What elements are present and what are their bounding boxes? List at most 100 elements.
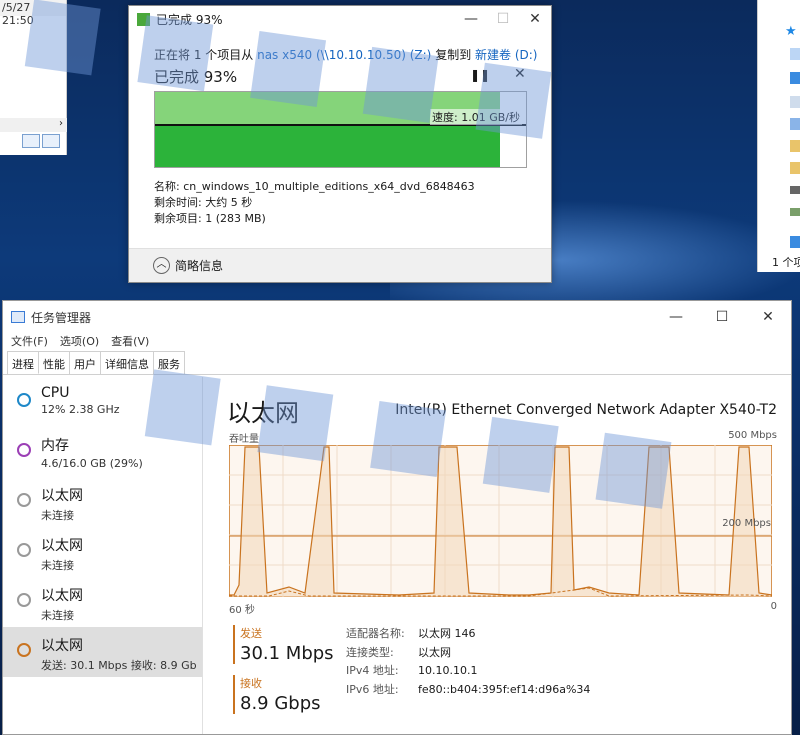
resource-name: CPU — [41, 385, 70, 401]
details-view-icon[interactable] — [22, 134, 40, 148]
receive-label: 接收 — [240, 677, 262, 690]
source-link[interactable]: nas x540 (\\10.10.10.50) (Z:) — [257, 48, 431, 62]
zero-label: 0 — [770, 601, 777, 612]
resource-name: 以太网 — [41, 488, 83, 504]
time-range-label: 60 秒 — [229, 605, 255, 616]
copy-mid: 复制到 — [435, 48, 472, 62]
chevron-up-icon[interactable]: ︿ — [153, 257, 170, 274]
tab-processes[interactable]: 进程 — [7, 351, 39, 374]
menu-view[interactable]: 查看(V) — [111, 333, 149, 351]
adapter-properties: 适配器名称: 以太网 146 连接类型: 以太网 IPv4 地址: 10.10.10.… — [346, 625, 590, 699]
pause-button[interactable]: ❚❚ — [470, 68, 490, 82]
downloads-folder-icon — [790, 72, 800, 84]
property-row: 适配器名称: 以太网 146 — [346, 627, 476, 640]
memory-indicator — [17, 443, 31, 457]
adapter-name: Intel(R) Ethernet Converged Network Adap… — [395, 402, 777, 418]
network-icon — [790, 236, 800, 248]
time-remaining: 剩余时间: 大约 5 秒 — [154, 196, 253, 209]
resource-name: 以太网 — [41, 538, 83, 554]
tab-users[interactable]: 用户 — [69, 351, 101, 374]
resource-list: CPU 12% 2.38 GHz 内存 4.6/16.0 GB (29%) 以太… — [3, 377, 203, 734]
send-value: 30.1 Mbps — [240, 643, 334, 664]
copy-status: 已完成 93% — [154, 68, 238, 86]
background-timestamp: /5/27 21:50 — [0, 0, 66, 27]
resource-ethernet-selected[interactable]: 以太网 发送: 30.1 Mbps 接收: 8.9 Gb — [3, 627, 202, 677]
resource-name: 以太网 — [41, 638, 83, 654]
destination-link[interactable]: 新建卷 (D:) — [475, 48, 537, 62]
resource-sub: 未连接 — [41, 559, 74, 572]
file-name: 名称: cn_windows_10_multiple_editions_x64_… — [154, 180, 475, 193]
quick-access-star-icon: ★ — [785, 24, 797, 39]
background-window: /5/27 21:50 › — [0, 0, 67, 155]
cpu-indicator — [17, 393, 31, 407]
tab-bar: 进程 性能 用户 详细信息 服务 — [3, 351, 791, 375]
max-scale-label: 500 Mbps — [728, 430, 777, 441]
ethernet-indicator — [17, 593, 31, 607]
background-explorer: ★ 1 个项 — [757, 0, 800, 272]
menu-file[interactable]: 文件(F) — [11, 333, 48, 351]
resource-ethernet[interactable]: 以太网 未连接 — [3, 577, 202, 627]
receive-stat: 接收 8.9 Gbps — [233, 675, 321, 714]
menu-bar: 文件(F) 选项(O) 查看(V) — [3, 333, 791, 351]
desktop-folder-icon — [790, 48, 800, 60]
item-count: 1 个项 — [772, 256, 800, 269]
ethernet-indicator — [17, 643, 31, 657]
ethernet-indicator — [17, 493, 31, 507]
task-manager-icon — [11, 311, 25, 323]
drive-icon — [790, 186, 800, 194]
dialog-footer: ︿ 简略信息 — [129, 248, 551, 282]
mid-scale-label: 200 Mbps — [722, 518, 771, 529]
property-row: IPv4 地址: 10.10.10.1 — [346, 664, 478, 677]
tm-titlebar: 任务管理器 — ☐ ✕ — [3, 301, 791, 333]
tab-performance[interactable]: 性能 — [38, 351, 70, 374]
menu-options[interactable]: 选项(O) — [60, 333, 99, 351]
speed-history — [155, 123, 501, 167]
tab-details[interactable]: 详细信息 — [100, 351, 154, 374]
cancel-copy-button[interactable]: ✕ — [514, 66, 526, 82]
maximize-button: ☐ — [496, 11, 510, 27]
resource-sub: 未连接 — [41, 609, 74, 622]
ethernet-indicator — [17, 543, 31, 557]
details-toggle[interactable]: 简略信息 — [175, 257, 223, 274]
copy-info: 名称: cn_windows_10_multiple_editions_x64_… — [154, 179, 475, 227]
resource-sub: 发送: 30.1 Mbps 接收: 8.9 Gb — [41, 659, 197, 672]
resource-sub: 12% 2.38 GHz — [41, 403, 120, 416]
property-row: IPv6 地址: fe80::b404:395f:ef14:d96a%34 — [346, 682, 591, 696]
throughput-chart — [229, 445, 772, 597]
folder-icon — [790, 162, 800, 174]
task-manager-window: 任务管理器 — ☐ ✕ 文件(F) 选项(O) 查看(V) 进程 性能 用户 详… — [2, 300, 792, 735]
tab-services[interactable]: 服务 — [153, 351, 185, 374]
view-buttons — [22, 134, 60, 148]
resource-memory[interactable]: 内存 4.6/16.0 GB (29%) — [3, 427, 202, 477]
tm-title: 任务管理器 — [31, 310, 92, 325]
preview-view-icon[interactable] — [42, 134, 60, 148]
dialog-title: 已完成 93% — [156, 12, 223, 27]
dialog-titlebar: 已完成 93% — ☐ ✕ — [129, 6, 551, 32]
copy-prefix: 正在将 1 个项目从 — [154, 48, 254, 62]
resource-name: 内存 — [41, 438, 69, 454]
receive-value: 8.9 Gbps — [240, 693, 321, 714]
resource-ethernet[interactable]: 以太网 未连接 — [3, 477, 202, 527]
close-button[interactable]: ✕ — [745, 309, 791, 325]
send-label: 发送 — [240, 627, 262, 640]
resource-sub: 4.6/16.0 GB (29%) — [41, 457, 143, 470]
pictures-folder-icon — [790, 118, 800, 130]
resource-cpu[interactable]: CPU 12% 2.38 GHz — [3, 377, 202, 427]
items-remaining: 剩余项目: 1 (283 MB) — [154, 212, 266, 225]
close-button[interactable]: ✕ — [519, 11, 551, 27]
copy-progress-dialog: 已完成 93% — ☐ ✕ 正在将 1 个项目从 nas x540 (\\10.… — [128, 5, 552, 283]
minimize-button[interactable]: — — [455, 11, 487, 27]
folder-icon — [790, 140, 800, 152]
maximize-button[interactable]: ☐ — [699, 309, 745, 325]
resource-name: 以太网 — [41, 588, 83, 604]
speed-graph: 速度: 1.01 GB/秒 — [154, 91, 527, 168]
copy-description: 正在将 1 个项目从 nas x540 (\\10.10.10.50) (Z:)… — [154, 46, 538, 63]
speed-label: 速度: 1.01 GB/秒 — [430, 109, 522, 125]
minimize-button[interactable]: — — [653, 309, 699, 325]
panel-title: 以太网 — [227, 399, 299, 427]
resource-ethernet[interactable]: 以太网 未连接 — [3, 527, 202, 577]
copy-icon — [137, 12, 150, 26]
documents-folder-icon — [790, 96, 800, 108]
background-scroll-arrow[interactable]: › — [0, 118, 67, 132]
network-drive-icon — [790, 208, 800, 216]
